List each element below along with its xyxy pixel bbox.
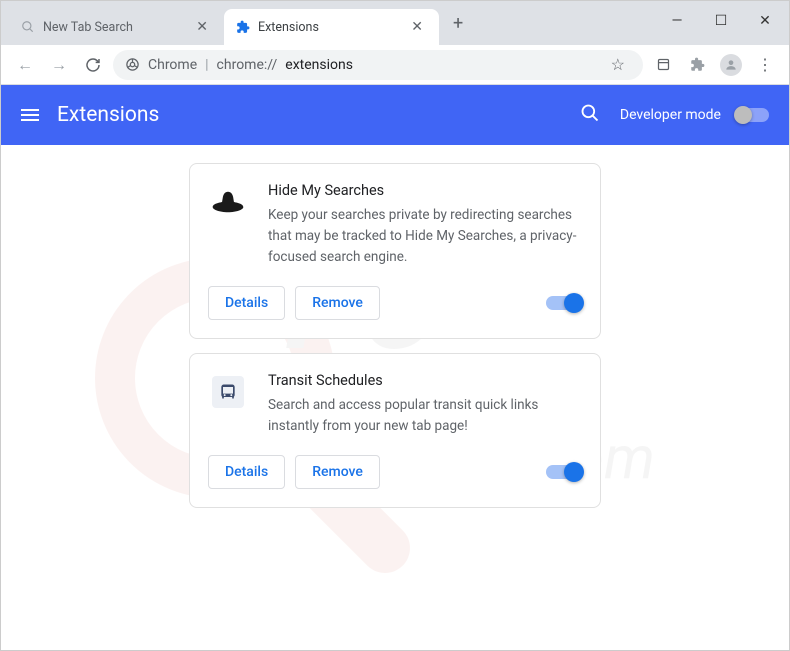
extension-description: Search and access popular transit quick … (268, 395, 582, 437)
puzzle-icon (236, 20, 250, 34)
page-title: Extensions (57, 103, 159, 127)
extension-name: Transit Schedules (268, 372, 582, 389)
close-button[interactable]: ✕ (743, 5, 787, 37)
reading-list-icon[interactable] (649, 51, 677, 79)
extensions-header: Extensions Developer mode (1, 85, 789, 145)
hat-icon (208, 182, 248, 222)
extensions-content: PC risk .com Hide My Searches Keep your … (1, 145, 789, 650)
search-button[interactable] (580, 103, 600, 127)
remove-button[interactable]: Remove (295, 455, 380, 489)
tab-new-tab-search[interactable]: New Tab Search ✕ (9, 9, 224, 45)
remove-button[interactable]: Remove (295, 286, 380, 320)
details-button[interactable]: Details (208, 455, 285, 489)
extension-name: Hide My Searches (268, 182, 582, 199)
hamburger-menu-icon[interactable] (21, 109, 39, 121)
window-controls: — ☐ ✕ (655, 1, 789, 37)
developer-mode-label: Developer mode (620, 107, 721, 123)
url-path: extensions (285, 57, 353, 73)
titlebar: New Tab Search ✕ Extensions ✕ + — ☐ ✕ (1, 1, 789, 45)
minimize-button[interactable]: — (655, 5, 699, 37)
tab-extensions[interactable]: Extensions ✕ (224, 9, 439, 45)
extension-card: Hide My Searches Keep your searches priv… (189, 163, 601, 339)
tab-title: Extensions (258, 20, 319, 35)
new-tab-button[interactable]: + (439, 13, 477, 34)
extension-card: Transit Schedules Search and access popu… (189, 353, 601, 508)
developer-mode-toggle[interactable] (735, 108, 769, 122)
tab-title: New Tab Search (43, 20, 133, 35)
kebab-menu-icon[interactable]: ⋮ (751, 51, 779, 79)
profile-button[interactable] (717, 51, 745, 79)
details-button[interactable]: Details (208, 286, 285, 320)
enable-toggle[interactable] (546, 296, 582, 310)
search-icon (21, 20, 35, 34)
address-bar: ← → Chrome | chrome:// extensions ☆ ⋮ (1, 45, 789, 85)
reload-button[interactable] (79, 51, 107, 79)
close-icon[interactable]: ✕ (192, 17, 212, 37)
forward-button[interactable]: → (45, 51, 73, 79)
bus-icon (208, 372, 248, 412)
chrome-icon (125, 57, 140, 72)
enable-toggle[interactable] (546, 465, 582, 479)
url-divider: | (205, 57, 208, 73)
url-scheme: Chrome (148, 57, 197, 73)
back-button[interactable]: ← (11, 51, 39, 79)
bookmark-star-icon[interactable]: ☆ (605, 55, 631, 74)
extensions-icon[interactable] (683, 51, 711, 79)
avatar-icon (720, 54, 742, 76)
browser-window: New Tab Search ✕ Extensions ✕ + — ☐ ✕ ← … (0, 0, 790, 651)
close-icon[interactable]: ✕ (407, 17, 427, 37)
url-prefix: chrome:// (217, 57, 278, 73)
extension-description: Keep your searches private by redirectin… (268, 205, 582, 268)
omnibox[interactable]: Chrome | chrome:// extensions ☆ (113, 50, 643, 80)
maximize-button[interactable]: ☐ (699, 5, 743, 37)
